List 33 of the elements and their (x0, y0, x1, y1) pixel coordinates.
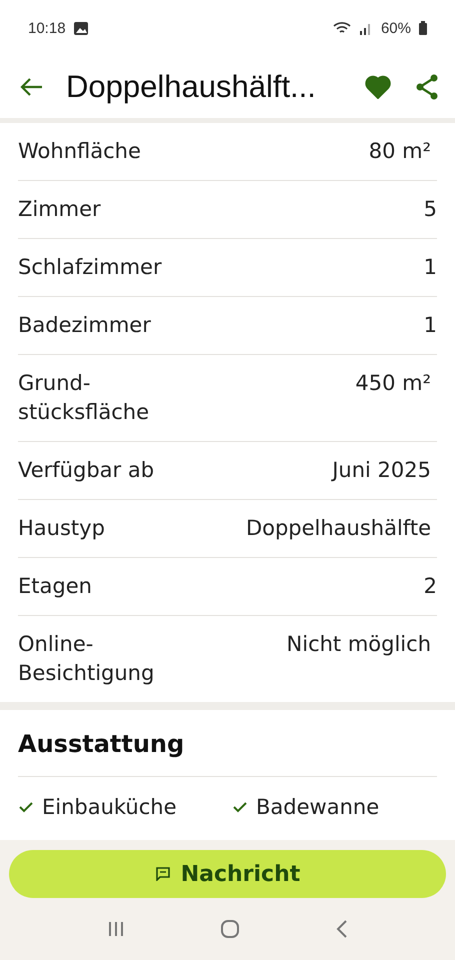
detail-label: Online- Besichtigung (18, 631, 154, 687)
section-heading: Ausstattung (18, 710, 437, 777)
detail-value: 1 (424, 254, 437, 281)
detail-label: Verfügbar ab (18, 457, 154, 484)
listing-title: Doppelhaushälft... (66, 69, 317, 105)
feature-label: Einbauküche (42, 795, 177, 819)
signal-icon (358, 21, 373, 35)
battery-level: 60% (380, 20, 411, 36)
detail-value: Nicht möglich (286, 631, 432, 658)
battery-icon (419, 21, 427, 35)
detail-value: 1 (424, 312, 437, 339)
favorite-button[interactable] (363, 73, 393, 101)
detail-value: 450 m² (355, 370, 432, 397)
status-time: 10:18 (28, 20, 66, 36)
feature-label: Badewanne (256, 795, 380, 819)
detail-label: Wohnfläche (18, 138, 141, 165)
wifi-icon (332, 21, 351, 35)
detail-value: 2 (424, 573, 437, 600)
detail-label: Schlafzimmer (18, 254, 162, 281)
detail-value: 80 m² (368, 138, 432, 165)
chat-icon (154, 867, 171, 881)
detail-label: Grund- stücksfläche (18, 370, 150, 426)
detail-value: Doppelhaushälfte (246, 515, 432, 542)
detail-value: Juni 2025 (332, 457, 432, 484)
check-icon (232, 801, 248, 813)
detail-label: Etagen (18, 573, 92, 600)
detail-label: Badezimmer (18, 312, 151, 339)
detail-label: Haustyp (18, 515, 105, 542)
message-button[interactable]: Nachricht (9, 850, 446, 898)
detail-value: 5 (424, 196, 437, 223)
check-icon (18, 801, 34, 813)
image-icon (74, 22, 88, 34)
detail-label: Zimmer (18, 196, 101, 223)
